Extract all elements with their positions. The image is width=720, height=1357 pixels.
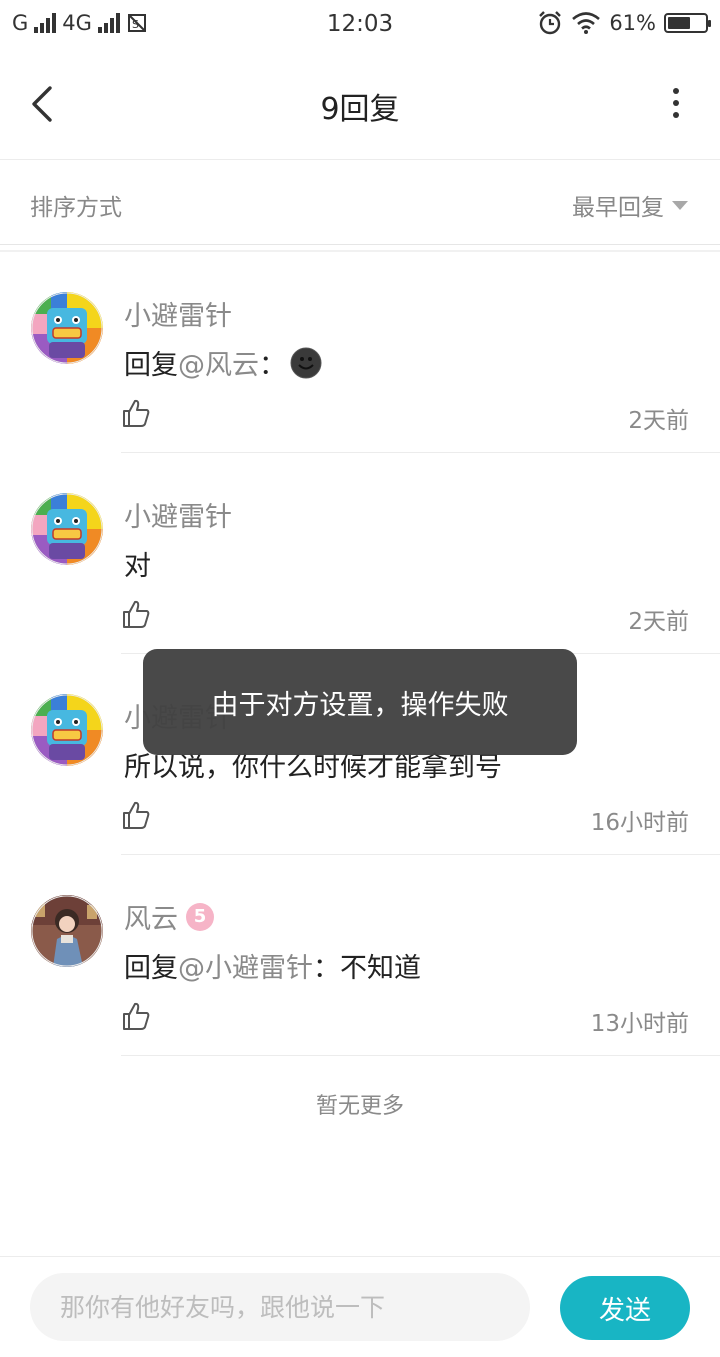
reply-prefix: 回复 <box>124 350 178 381</box>
reply-prefix: 回复 <box>124 953 178 984</box>
mention-link[interactable]: @小避雷针 <box>178 946 313 985</box>
comment-time: 16小时前 <box>590 810 689 836</box>
comment-author[interactable]: 小避雷针 <box>124 495 232 534</box>
sort-row: 排序方式 最早回复 <box>0 160 720 245</box>
status-right: 61% <box>537 10 711 36</box>
level-badge: 5 <box>186 902 214 931</box>
sort-selected-value: 最早回复 <box>572 195 664 221</box>
comment-item: 小避雷针 对 2天前 <box>0 453 720 654</box>
reply-suffix: ：不知道 <box>313 953 421 984</box>
avatar[interactable] <box>31 895 103 967</box>
thumbs-up-icon[interactable] <box>121 599 151 629</box>
comment-time: 2天前 <box>628 609 689 635</box>
alarm-icon <box>539 11 562 35</box>
wifi-icon <box>572 12 601 34</box>
comment-author[interactable]: 风云 5 <box>124 897 214 936</box>
more-vertical-icon[interactable] <box>668 88 684 118</box>
comment-text: 回复 @风云： <box>124 343 322 382</box>
battery-percent: 61% <box>609 11 656 35</box>
avatar[interactable] <box>31 292 103 364</box>
reply-input[interactable] <box>30 1273 530 1341</box>
comment-item: 风云 5 回复 @小避雷针 ：不知道 13小时前 <box>0 855 720 1056</box>
toast-message: 由于对方设置，操作失败 <box>143 649 577 755</box>
page-title: 9回复 <box>320 92 400 127</box>
thumbs-up-icon[interactable] <box>121 1001 151 1031</box>
thumbs-up-icon[interactable] <box>121 800 151 830</box>
sort-dropdown[interactable]: 最早回复 <box>572 188 688 222</box>
comment-item: 小避雷针 回复 @风云： 2天前 <box>0 252 720 453</box>
header: 9回复 <box>0 50 720 160</box>
comment-time: 13小时前 <box>590 1011 689 1037</box>
smiley-face-icon <box>290 347 322 378</box>
avatar[interactable] <box>31 493 103 565</box>
status-bar: G 4G S 12:03 61% <box>0 0 720 50</box>
comment-time: 2天前 <box>628 408 689 434</box>
author-name: 风云 <box>124 904 178 935</box>
avatar[interactable] <box>31 694 103 766</box>
mention-link[interactable]: @风云 <box>178 343 259 382</box>
caret-down-icon <box>672 200 688 210</box>
comment-text: 对 <box>124 551 151 582</box>
comment-text: 回复 @小避雷针 ：不知道 <box>124 946 421 985</box>
send-button[interactable]: 发送 <box>560 1276 690 1340</box>
sort-label: 排序方式 <box>30 195 122 221</box>
reply-suffix: ： <box>259 350 286 381</box>
reply-bar: 发送 <box>0 1256 720 1357</box>
thumbs-up-icon[interactable] <box>121 398 151 428</box>
comment-author[interactable]: 小避雷针 <box>124 294 232 333</box>
author-name: 小避雷针 <box>124 301 232 332</box>
no-more-label: 暂无更多 <box>315 1094 404 1119</box>
battery-icon <box>664 13 711 33</box>
divider <box>121 1055 720 1056</box>
author-name: 小避雷针 <box>124 502 232 533</box>
